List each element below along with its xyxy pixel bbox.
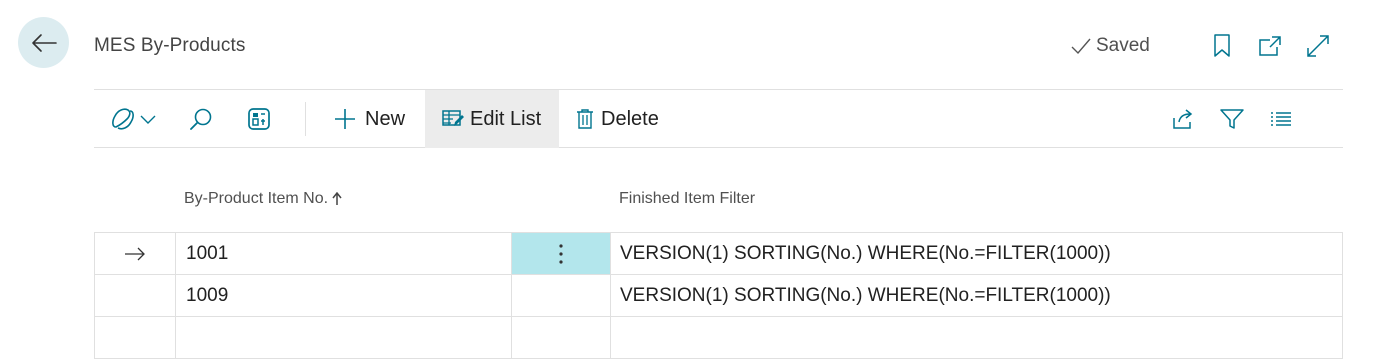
row-actions-button[interactable]: [512, 233, 611, 274]
by-product-item-no-cell[interactable]: 1001: [176, 233, 512, 274]
table-row[interactable]: [94, 317, 1343, 359]
edit-list-icon: [442, 110, 464, 126]
share-button[interactable]: [1170, 90, 1200, 148]
delete-label: Delete: [601, 107, 659, 130]
finished-item-filter-cell[interactable]: VERSION(1) SORTING(No.) WHERE(No.=FILTER…: [611, 233, 1341, 274]
more-vertical-icon: [559, 243, 563, 264]
by-product-item-no-cell[interactable]: 1009: [176, 275, 512, 316]
saved-status: Saved: [1070, 35, 1150, 57]
saved-label: Saved: [1096, 35, 1150, 56]
finished-item-filter-cell[interactable]: [611, 317, 1341, 358]
checkmark-icon: [1071, 38, 1091, 55]
column-header-label: By-Product Item No.: [184, 190, 329, 207]
arrow-left-icon: [31, 33, 57, 52]
expand-button[interactable]: [1305, 33, 1331, 59]
copilot-icon: [112, 108, 134, 130]
action-bar: New Edit List Delete: [94, 89, 1343, 148]
filter-button[interactable]: [1220, 90, 1250, 148]
edit-list-button[interactable]: Edit List: [425, 90, 559, 148]
table-body: 1001 VERSION(1) SORTING(No.) WHERE(No.=F…: [94, 232, 1343, 359]
table-row[interactable]: 1001 VERSION(1) SORTING(No.) WHERE(No.=F…: [94, 233, 1343, 275]
open-new-window-icon: [1259, 36, 1281, 56]
action-bar-divider: [305, 102, 306, 136]
sort-ascending-icon: [332, 192, 342, 205]
chevron-down-icon: [140, 115, 156, 124]
finished-item-filter-cell[interactable]: VERSION(1) SORTING(No.) WHERE(No.=FILTER…: [611, 275, 1341, 316]
list-view-button[interactable]: [1270, 90, 1300, 148]
analysis-mode-button[interactable]: [247, 90, 277, 148]
expand-icon: [1307, 35, 1329, 57]
table-row[interactable]: 1009 VERSION(1) SORTING(No.) WHERE(No.=F…: [94, 275, 1343, 317]
arrow-right-icon: [125, 247, 145, 260]
column-header-finished-item-filter[interactable]: Finished Item Filter: [619, 190, 755, 208]
edit-list-label: Edit List: [470, 107, 542, 130]
new-button[interactable]: New: [326, 90, 415, 148]
row-selector[interactable]: [95, 233, 176, 274]
column-header-by-product-item-no[interactable]: By-Product Item No.: [184, 190, 342, 208]
search-button[interactable]: [189, 90, 219, 148]
back-button[interactable]: [18, 17, 69, 68]
list-view-icon: [1271, 112, 1291, 126]
new-label: New: [365, 107, 406, 130]
share-icon: [1173, 109, 1193, 129]
bookmark-icon: [1214, 34, 1230, 57]
filter-icon: [1220, 109, 1244, 129]
row-actions-button[interactable]: [512, 275, 611, 316]
bookmark-button[interactable]: [1209, 33, 1235, 59]
plus-icon: [335, 109, 355, 129]
trash-icon: [577, 109, 593, 129]
page-title: MES By-Products: [94, 35, 246, 56]
copilot-menu-button[interactable]: [110, 90, 162, 148]
by-product-item-no-cell[interactable]: [176, 317, 512, 358]
row-selector[interactable]: [95, 275, 176, 316]
row-actions-button[interactable]: [512, 317, 611, 358]
delete-button[interactable]: Delete: [576, 90, 667, 148]
open-new-window-button[interactable]: [1257, 33, 1283, 59]
analysis-mode-icon: [248, 108, 270, 130]
search-icon: [190, 108, 212, 130]
row-selector[interactable]: [95, 317, 176, 358]
column-header-label: Finished Item Filter: [619, 190, 756, 207]
